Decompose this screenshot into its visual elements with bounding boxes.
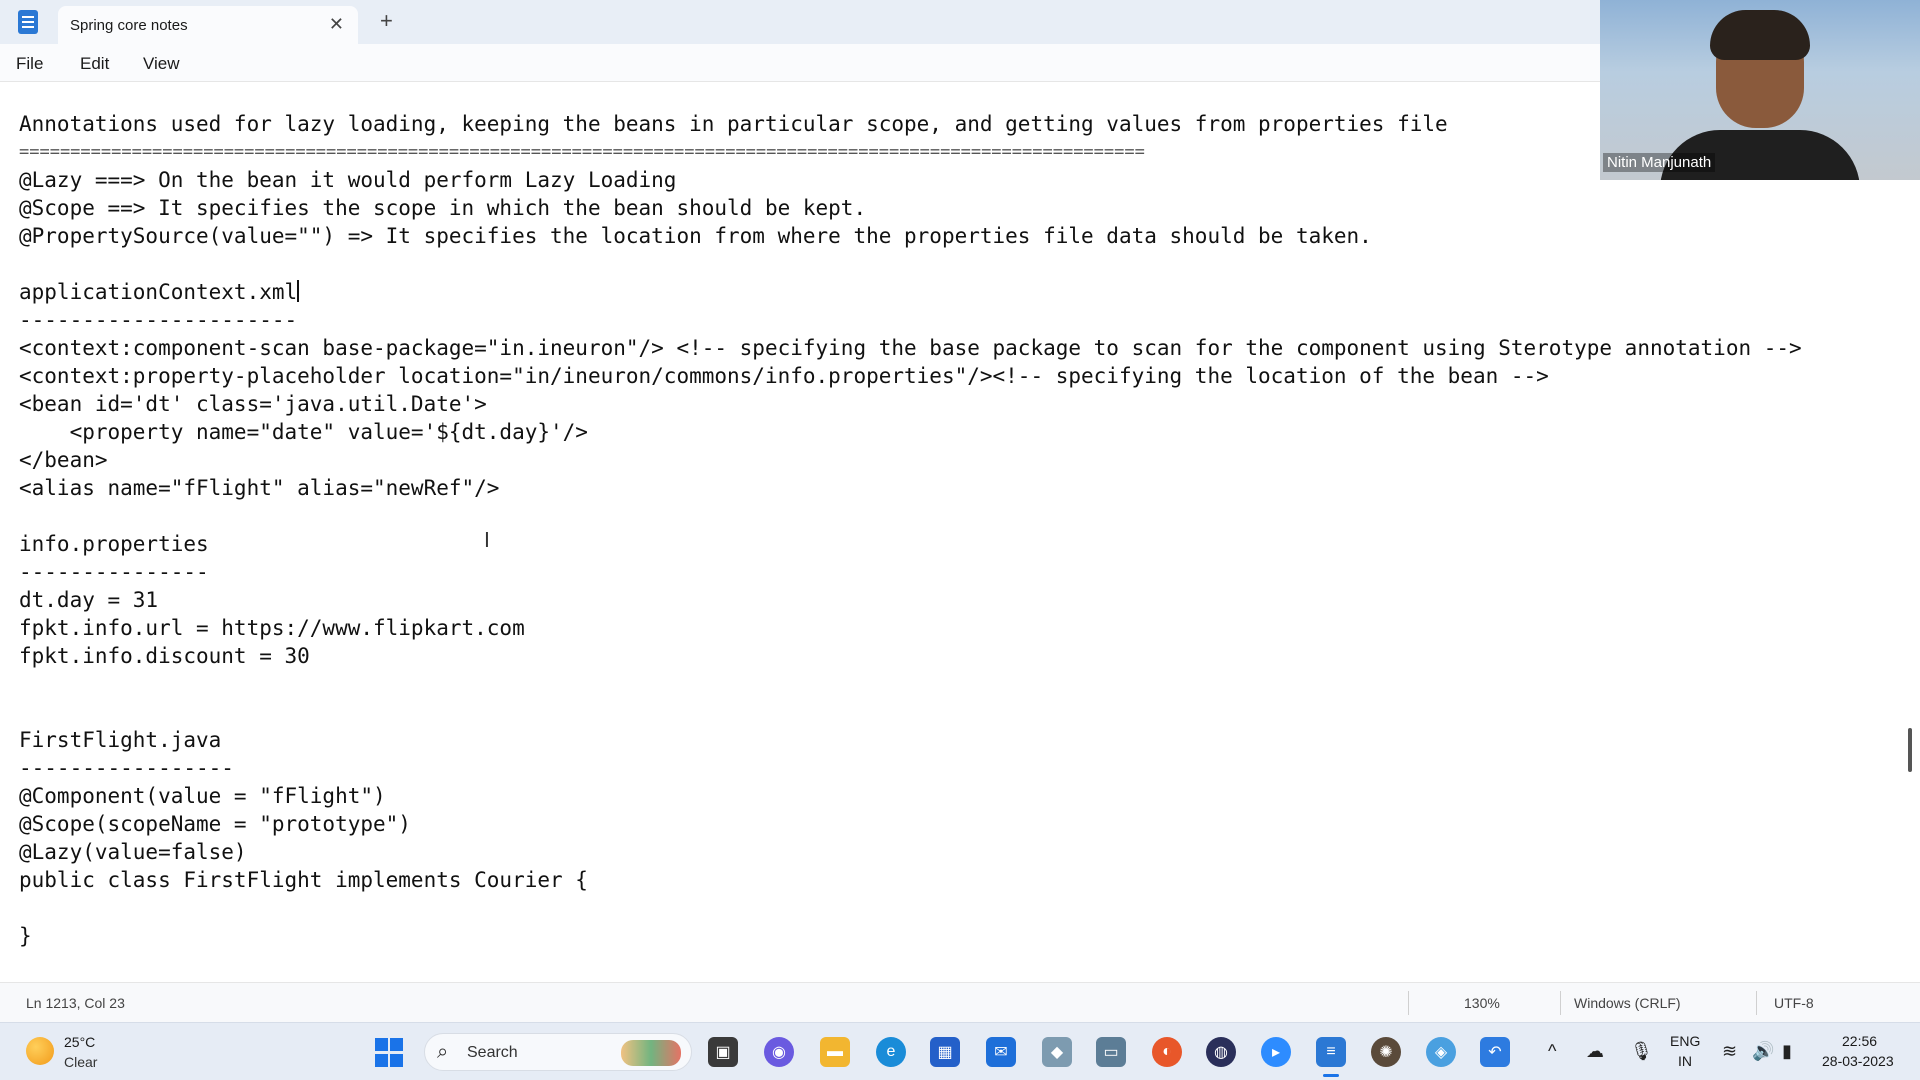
text-editor[interactable]: Annotations used for lazy loading, keepi… (0, 82, 1920, 982)
language-indicator[interactable]: ENG (1670, 1033, 1700, 1049)
taskbar: 25°C Clear ⌕ Search ▣ ◉ ▬ e ▦ ✉ ◆ ▭ ◐ ◍ … (0, 1022, 1920, 1080)
editor-line: ----------------- (19, 756, 234, 780)
network-app-icon[interactable]: ◈ (1426, 1037, 1456, 1067)
show-hidden-icons-chevron-icon[interactable]: ^ (1548, 1041, 1556, 1062)
editor-line: @Scope ==> It specifies the scope in whi… (19, 196, 867, 220)
status-divider (1560, 991, 1561, 1015)
video-call-thumbnail[interactable]: Nitin Manjunath (1600, 0, 1920, 180)
line-ending: Windows (CRLF) (1574, 995, 1681, 1011)
return-arrow-app-icon[interactable]: ↶ (1480, 1037, 1510, 1067)
editor-line: ---------------------- (19, 308, 298, 332)
menu-edit[interactable]: Edit (80, 54, 109, 74)
editor-line: @Lazy(value=false) (19, 840, 247, 864)
clock-time[interactable]: 22:56 (1842, 1033, 1877, 1049)
weather-moon-icon[interactable] (26, 1037, 54, 1065)
editor-line: <alias name="fFlight" alias="newRef"/> (19, 476, 500, 500)
encoding: UTF-8 (1774, 995, 1814, 1011)
active-app-indicator (1323, 1074, 1339, 1077)
close-tab-icon[interactable]: ✕ (329, 14, 344, 35)
remote-desktop-icon[interactable]: ▭ (1096, 1037, 1126, 1067)
editor-line: @Lazy ===> On the bean it would perform … (19, 168, 677, 192)
task-view-icon[interactable]: ▣ (708, 1037, 738, 1067)
notepad-taskbar-icon[interactable]: ≡ (1316, 1037, 1346, 1067)
editor-line: </bean> (19, 448, 108, 472)
editor-line: @Scope(scopeName = "prototype") (19, 812, 411, 836)
clock-date[interactable]: 28-03-2023 (1822, 1053, 1894, 1069)
editor-line: ========================================… (19, 142, 1145, 162)
zoom-icon[interactable]: ▸ (1261, 1037, 1291, 1067)
search-highlight-art-icon (621, 1040, 681, 1066)
editor-line: <context:component-scan base-package="in… (19, 336, 1802, 360)
microphone-icon[interactable]: 🎙 (1630, 1041, 1653, 1062)
editor-line: @PropertySource(value="") => It specifie… (19, 224, 1372, 248)
editor-line: fpkt.info.url = https://www.flipkart.com (19, 616, 525, 640)
zoom-level: 130% (1464, 995, 1500, 1011)
editor-line-with-caret: applicationContext.xml (19, 278, 300, 306)
chat-icon[interactable]: ◉ (764, 1037, 794, 1067)
volume-icon[interactable]: 🔊 (1752, 1041, 1774, 1062)
status-bar: Ln 1213, Col 23 130% Windows (CRLF) UTF-… (0, 982, 1920, 1022)
text-caret (297, 280, 300, 302)
edge-browser-icon[interactable]: e (876, 1037, 906, 1067)
onedrive-icon[interactable]: ☁ (1586, 1041, 1604, 1062)
search-icon: ⌕ (437, 1041, 449, 1063)
tab-title: Spring core notes (70, 17, 188, 34)
firefox-icon[interactable]: ◐ (1152, 1037, 1182, 1067)
mouse-ibeam-cursor-icon: I (484, 528, 490, 552)
menu-view[interactable]: View (143, 54, 180, 74)
taskbar-search[interactable]: ⌕ Search (424, 1033, 692, 1071)
editor-line: <bean id='dt' class='java.util.Date'> (19, 392, 487, 416)
notepad-icon (18, 10, 38, 34)
search-label: Search (467, 1044, 518, 1061)
file-explorer-icon[interactable]: ▬ (820, 1037, 850, 1067)
editor-line: --------------- (19, 560, 209, 584)
editor-line: <context:property-placeholder location="… (19, 364, 1549, 388)
tab-spring-core-notes[interactable]: Spring core notes ✕ (58, 6, 358, 44)
app-settings-icon[interactable]: ✺ (1371, 1037, 1401, 1067)
editor-line: fpkt.info.discount = 30 (19, 644, 310, 668)
weather-temperature[interactable]: 25°C (64, 1034, 95, 1050)
wifi-icon[interactable]: ≋ (1722, 1041, 1737, 1062)
battery-icon[interactable]: ▮ (1782, 1041, 1792, 1062)
editor-line: FirstFlight.java (19, 728, 222, 752)
status-divider (1408, 991, 1409, 1015)
menu-file[interactable]: File (16, 54, 43, 74)
language-region[interactable]: IN (1678, 1053, 1692, 1069)
editor-line: <property name="date" value='${dt.day}'/… (19, 420, 588, 444)
app-icon[interactable]: ◆ (1042, 1037, 1072, 1067)
start-windows-icon[interactable] (374, 1037, 404, 1067)
editor-line: info.properties (19, 532, 209, 556)
editor-line-text: applicationContext.xml (19, 280, 298, 304)
editor-line: dt.day = 31 (19, 588, 159, 612)
mail-icon[interactable]: ✉ (986, 1037, 1016, 1067)
participant-hair (1710, 10, 1810, 60)
editor-line: @Component(value = "fFlight") (19, 784, 386, 808)
status-divider (1756, 991, 1757, 1015)
cursor-position: Ln 1213, Col 23 (26, 995, 125, 1011)
editor-line: } (19, 924, 32, 948)
weather-condition[interactable]: Clear (64, 1054, 97, 1070)
microsoft-store-icon[interactable]: ▦ (930, 1037, 960, 1067)
eclipse-icon[interactable]: ◍ (1206, 1037, 1236, 1067)
editor-line: public class FirstFlight implements Cour… (19, 868, 588, 892)
editor-line: Annotations used for lazy loading, keepi… (19, 112, 1448, 136)
participant-name: Nitin Manjunath (1603, 153, 1716, 172)
scrollbar-thumb[interactable] (1908, 728, 1912, 772)
new-tab-button[interactable]: + (380, 8, 393, 34)
